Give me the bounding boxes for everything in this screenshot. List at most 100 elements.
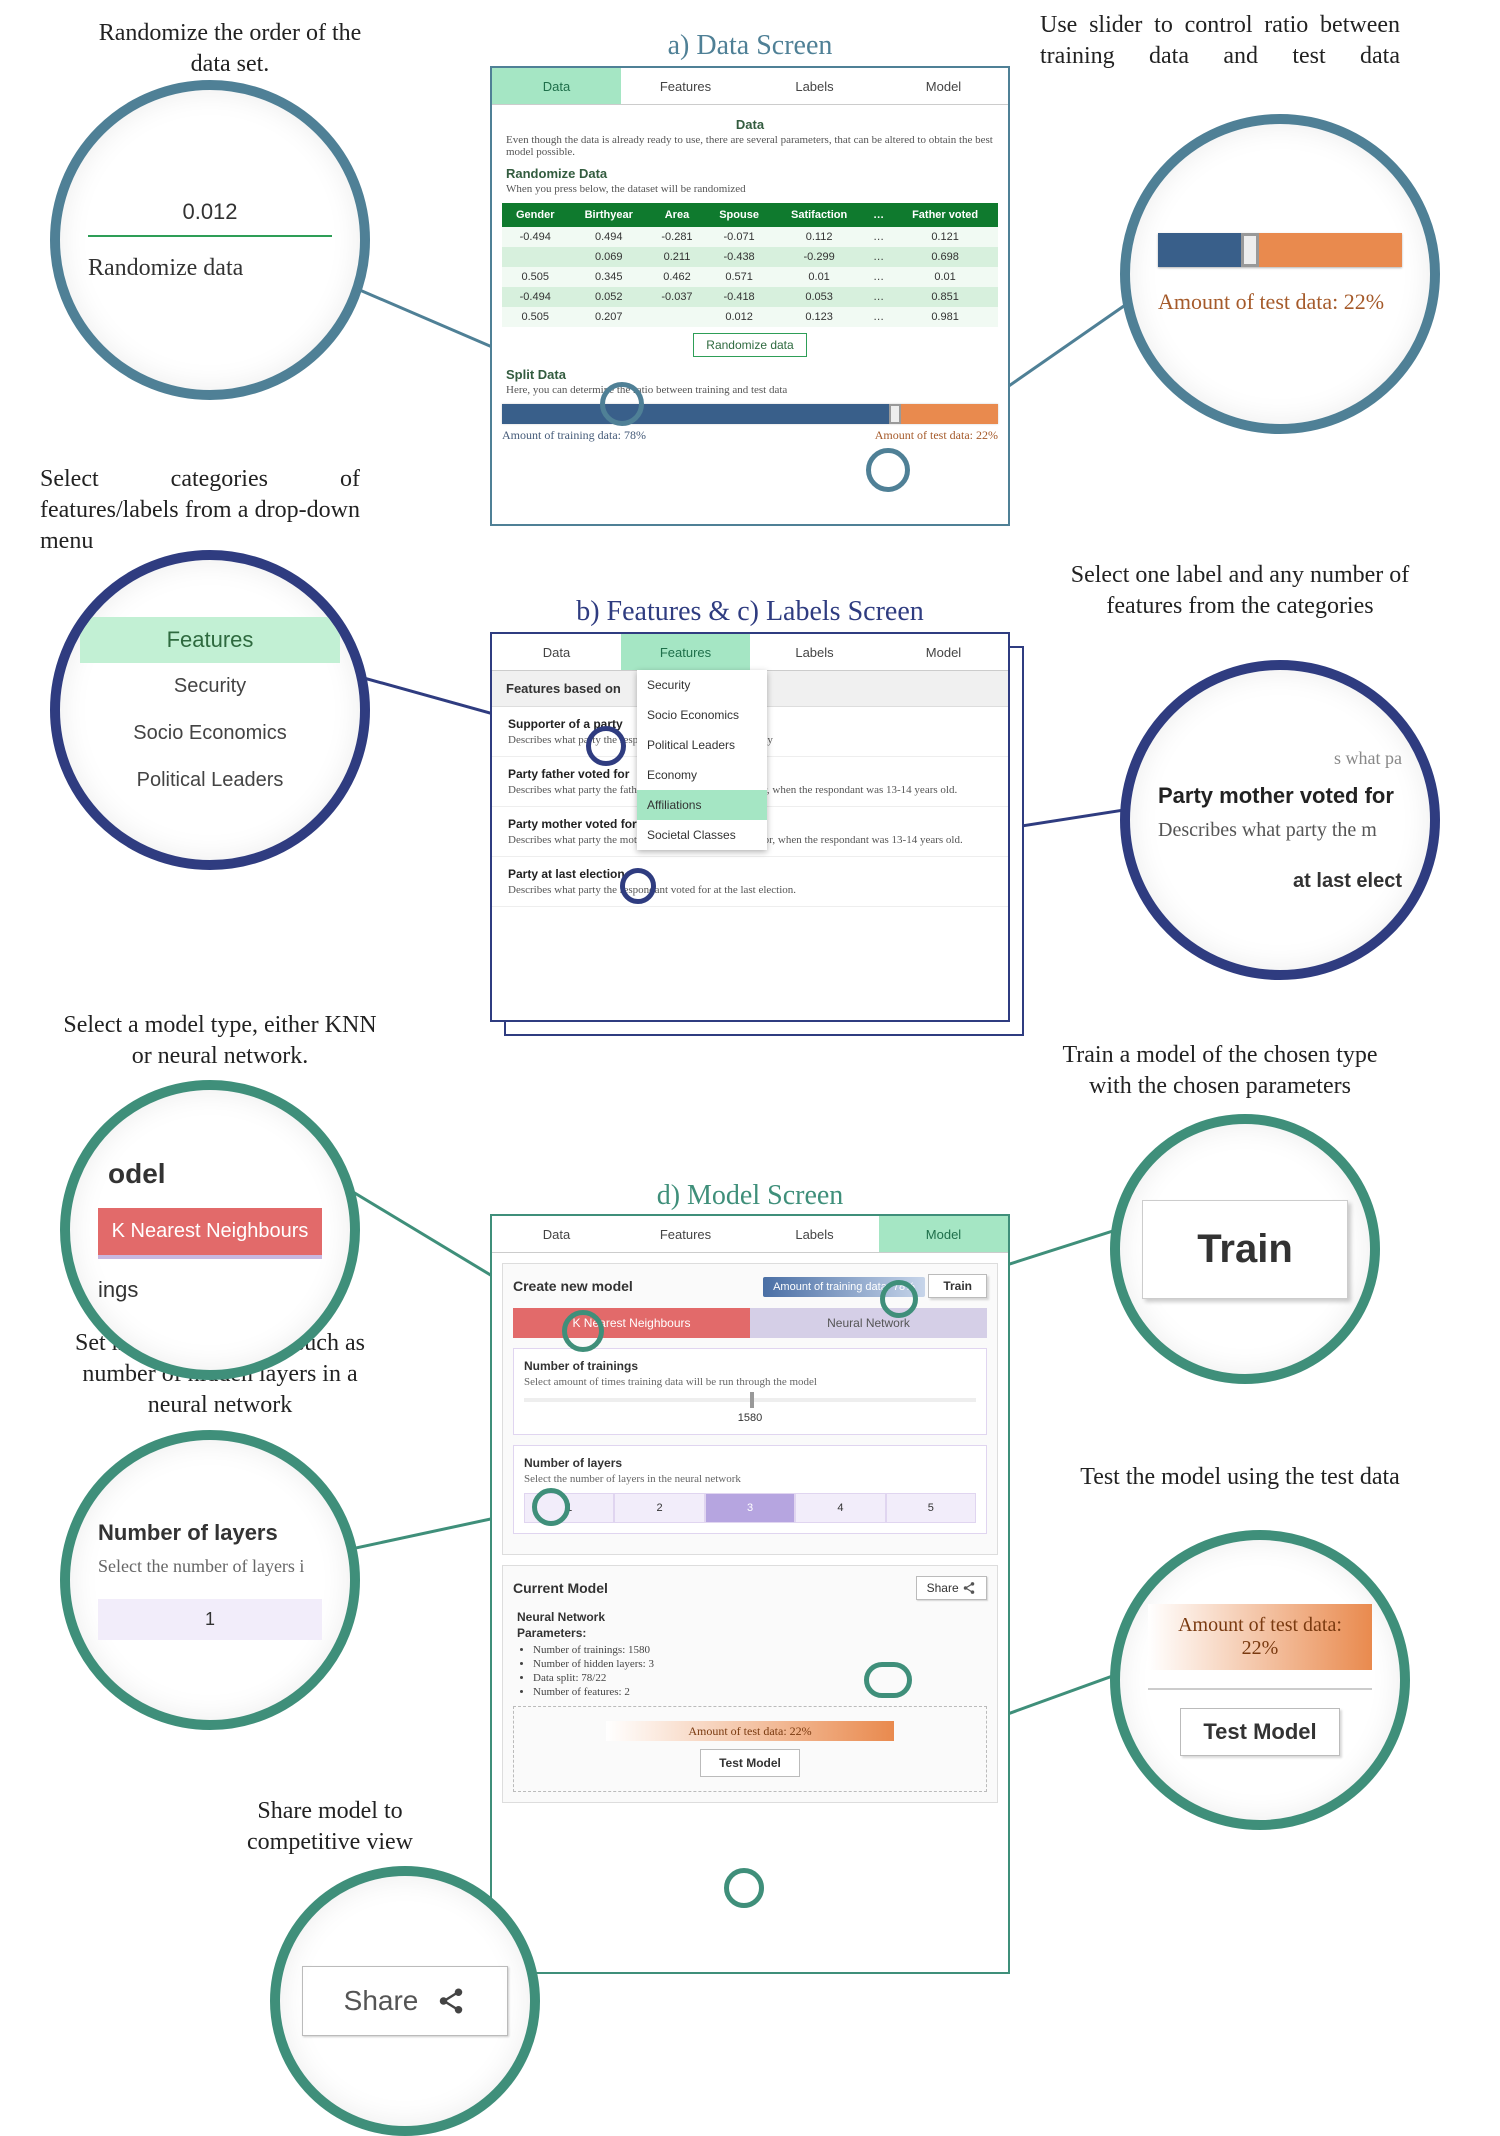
feature-item[interactable]: Party at last electionDescribes what par… bbox=[492, 857, 1008, 907]
table-row: -0.4940.494-0.281-0.0710.112…0.121 bbox=[502, 227, 998, 247]
tab-features-b[interactable]: Features bbox=[621, 634, 750, 670]
table-cell: 0.571 bbox=[705, 267, 773, 287]
zoom-layers-h: Number of layers bbox=[98, 1520, 322, 1546]
zoom-feature-title[interactable]: Party mother voted for bbox=[1158, 783, 1402, 809]
title-data-screen: a) Data Screen bbox=[490, 30, 1010, 62]
zoom-model-knn[interactable]: K Nearest Neighbours bbox=[98, 1208, 322, 1255]
tab-labels-d[interactable]: Labels bbox=[750, 1216, 879, 1252]
zoom-test-button[interactable]: Test Model bbox=[1180, 1708, 1339, 1756]
params-label: Parameters: bbox=[517, 1626, 983, 1640]
feature-item-title: Party at last election bbox=[508, 867, 992, 881]
zoom-dropdown: Features Security Socio Economics Politi… bbox=[50, 550, 370, 870]
test-data-badge: Amount of test data: 22% bbox=[606, 1721, 895, 1741]
table-cell: 0.698 bbox=[892, 247, 998, 267]
zoom-share-button[interactable]: Share bbox=[302, 1966, 508, 2036]
dropdown-option[interactable]: Political Leaders bbox=[637, 730, 767, 760]
features-dropdown[interactable]: SecuritySocio EconomicsPolitical Leaders… bbox=[637, 670, 767, 850]
table-cell: 0.505 bbox=[502, 307, 568, 327]
table-cell: … bbox=[865, 267, 892, 287]
model-type-knn[interactable]: K Nearest Neighbours bbox=[513, 1308, 750, 1338]
zoom-dropdown-item-3[interactable]: Political Leaders bbox=[80, 757, 340, 804]
param-trainings-thumb[interactable] bbox=[750, 1392, 754, 1408]
train-button[interactable]: Train bbox=[928, 1274, 987, 1298]
zoom-model-type: odel K Nearest Neighbours ings bbox=[60, 1080, 360, 1380]
dropdown-option[interactable]: Security bbox=[637, 670, 767, 700]
caption-dropdown: Select categories of features/labels fro… bbox=[40, 464, 360, 558]
tab-model[interactable]: Model bbox=[879, 68, 1008, 104]
param-layers-d: Select the number of layers in the neura… bbox=[524, 1473, 976, 1485]
split-labels: Amount of training data: 78% Amount of t… bbox=[502, 428, 998, 443]
caption-model-type: Select a model type, either KNN or neura… bbox=[60, 1010, 380, 1072]
zoom-test-button-wrap: Test Model bbox=[1148, 1688, 1372, 1756]
split-test-part bbox=[901, 404, 998, 424]
zoom-dropdown-head[interactable]: Features bbox=[80, 617, 340, 663]
param-trainings: Number of trainings Select amount of tim… bbox=[513, 1348, 987, 1435]
create-model-heading: Create new model bbox=[513, 1278, 633, 1294]
tab-data-d[interactable]: Data bbox=[492, 1216, 621, 1252]
param-trainings-slider[interactable] bbox=[524, 1398, 976, 1402]
table-cell bbox=[502, 247, 568, 267]
split-slider[interactable] bbox=[502, 404, 998, 424]
params-list: Number of trainings: 1580Number of hidde… bbox=[533, 1644, 987, 1698]
tab-model-b[interactable]: Model bbox=[879, 634, 1008, 670]
layer-option[interactable]: 4 bbox=[795, 1493, 885, 1523]
share-button[interactable]: Share bbox=[916, 1576, 987, 1600]
share-icon bbox=[962, 1581, 976, 1595]
split-test-label: Amount of test data: 22% bbox=[875, 428, 998, 443]
zoom-slider-handle[interactable] bbox=[1241, 233, 1259, 267]
zoom-feature: s what pa Party mother voted for Describ… bbox=[1120, 660, 1440, 980]
dropdown-option[interactable]: Societal Classes bbox=[637, 820, 767, 850]
param-item: Number of hidden layers: 3 bbox=[533, 1658, 987, 1670]
dropdown-option[interactable]: Economy bbox=[637, 760, 767, 790]
zoom-dropdown-item-1[interactable]: Security bbox=[80, 663, 340, 710]
dropdown-option[interactable]: Socio Economics bbox=[637, 700, 767, 730]
table-cell: 0.069 bbox=[568, 247, 648, 267]
zoom-slider-bar[interactable] bbox=[1158, 233, 1402, 267]
table-cell: 0.052 bbox=[568, 287, 648, 307]
zoom-randomize: 0.012 Randomize data bbox=[50, 80, 370, 400]
zoom-train-label: Train bbox=[1179, 1227, 1311, 1272]
current-model-box: Current Model Share Neural Network Param… bbox=[502, 1565, 998, 1803]
model-type-nn[interactable]: Neural Network bbox=[750, 1308, 987, 1338]
split-heading: Split Data bbox=[506, 367, 994, 382]
tab-features[interactable]: Features bbox=[621, 68, 750, 104]
split-handle[interactable] bbox=[889, 404, 901, 424]
layer-option[interactable]: 3 bbox=[705, 1493, 795, 1523]
zoom-randomize-value: 0.012 bbox=[88, 199, 332, 225]
param-layers: Number of layers Select the number of la… bbox=[513, 1445, 987, 1534]
test-model-button[interactable]: Test Model bbox=[700, 1749, 800, 1777]
zoom-test: Amount of test data: 22% Test Model bbox=[1110, 1530, 1410, 1830]
table-cell: 0.505 bbox=[502, 267, 568, 287]
zoom-layers-v[interactable]: 1 bbox=[98, 1599, 322, 1640]
zoom-model-frag2: ings bbox=[98, 1277, 322, 1303]
zoom-train-button[interactable]: Train bbox=[1142, 1200, 1348, 1299]
marker-share bbox=[864, 1662, 912, 1698]
tab-features-d[interactable]: Features bbox=[621, 1216, 750, 1252]
caption-randomize: Randomize the order of the data set. bbox=[80, 18, 380, 80]
zoom-slider-train bbox=[1158, 233, 1241, 267]
marker-feature-item bbox=[620, 868, 656, 904]
marker-train bbox=[880, 1280, 918, 1318]
tab-labels[interactable]: Labels bbox=[750, 68, 879, 104]
randomize-button[interactable]: Randomize data bbox=[693, 333, 806, 357]
table-cell: 0.123 bbox=[773, 307, 865, 327]
table-col: Father voted bbox=[892, 203, 998, 227]
param-trainings-h: Number of trainings bbox=[524, 1359, 976, 1373]
caption-test: Test the model using the test data bbox=[1080, 1462, 1400, 1493]
table-cell: … bbox=[865, 307, 892, 327]
divider bbox=[88, 235, 332, 237]
tabbar-b: Data Features Labels Model bbox=[492, 634, 1008, 671]
tab-data-b[interactable]: Data bbox=[492, 634, 621, 670]
tab-model-d[interactable]: Model bbox=[879, 1216, 1008, 1252]
table-cell: 0.462 bbox=[649, 267, 705, 287]
layer-option[interactable]: 2 bbox=[614, 1493, 704, 1523]
zoom-dropdown-item-2[interactable]: Socio Economics bbox=[80, 710, 340, 757]
tab-labels-b[interactable]: Labels bbox=[750, 634, 879, 670]
table-cell: -0.071 bbox=[705, 227, 773, 247]
table-cell: -0.281 bbox=[649, 227, 705, 247]
layer-option[interactable]: 5 bbox=[886, 1493, 976, 1523]
tab-data[interactable]: Data bbox=[492, 68, 621, 104]
dropdown-option[interactable]: Affiliations bbox=[637, 790, 767, 820]
zoom-layers-d: Select the number of layers i bbox=[98, 1556, 322, 1577]
zoom-model-head-frag: odel bbox=[108, 1158, 322, 1190]
